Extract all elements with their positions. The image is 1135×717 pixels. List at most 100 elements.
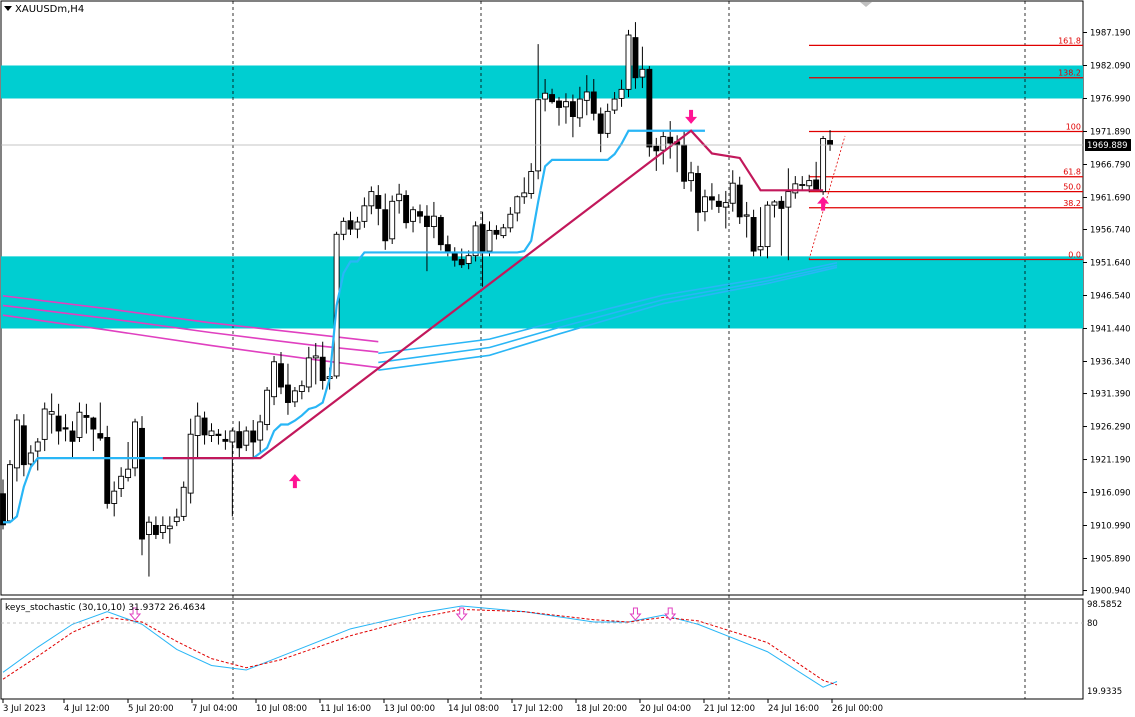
candle-body — [243, 430, 250, 446]
candle-body — [479, 224, 486, 252]
candle-body — [597, 113, 604, 134]
candle-body — [660, 136, 667, 151]
y-tick-label: 1961.690 — [1090, 193, 1131, 203]
candle-body — [715, 200, 722, 207]
fib-level-label: 50.0 — [1063, 183, 1081, 192]
candle-body — [639, 68, 646, 78]
candle-body — [257, 421, 264, 441]
fib-level-label: 100 — [1066, 122, 1081, 131]
candle-body — [278, 363, 284, 388]
supply-demand-zone — [1, 256, 1083, 329]
x-tick-label: 3 Jul 2023 — [3, 704, 46, 714]
y-tick-label: 1905.890 — [1090, 555, 1131, 565]
candle-body — [389, 200, 396, 240]
candle-body — [430, 215, 437, 227]
candle-body — [180, 486, 187, 517]
candle-body — [653, 145, 660, 152]
candle-body — [6, 464, 13, 522]
price-chart[interactable]: 161.8 138.2 100 61.8 50.0 38.2 0.0 1987.190 198… — [0, 0, 1135, 717]
candle-body — [632, 37, 639, 79]
candle-body — [583, 91, 590, 101]
candle-body — [472, 225, 479, 257]
candle-body — [208, 430, 215, 436]
candle-body — [813, 179, 820, 191]
candle-body — [264, 389, 271, 425]
candle-body — [271, 361, 277, 398]
candle-body — [361, 205, 368, 222]
y-tick-label: 1910.990 — [1090, 522, 1131, 532]
candle-body — [604, 110, 611, 134]
candle-body — [750, 217, 757, 252]
candle-body — [229, 430, 236, 443]
y-tick-label: 1956.740 — [1090, 226, 1131, 236]
y-tick-label: 1931.390 — [1090, 390, 1131, 400]
candle-body — [291, 390, 298, 403]
candle-body — [76, 411, 83, 438]
candle-body — [340, 220, 347, 235]
candle-body — [771, 201, 778, 206]
candle-body — [667, 136, 674, 144]
y-tick-label: 1900.940 — [1090, 587, 1131, 597]
candle-body — [625, 34, 632, 90]
candle-body — [111, 490, 118, 504]
candle-body — [576, 98, 583, 119]
candle-body — [215, 433, 222, 436]
candle-body — [368, 191, 375, 207]
candle-body — [681, 144, 688, 182]
candle-body — [69, 430, 76, 442]
candle-body — [41, 408, 48, 440]
candle-body — [590, 91, 597, 114]
candle-body — [535, 99, 542, 172]
candle-body — [688, 172, 694, 182]
y-tick-label: 1921.190 — [1090, 456, 1131, 466]
indicator-y-mid: 80 — [1087, 619, 1098, 629]
y-tick-label: 1982.090 — [1090, 61, 1131, 71]
candle-body — [611, 98, 618, 111]
candle-body — [708, 196, 715, 201]
y-tick-label: 1987.190 — [1090, 29, 1131, 39]
candle-body — [375, 195, 382, 209]
candle-body — [354, 221, 361, 230]
y-tick-label: 1941.440 — [1090, 325, 1131, 335]
candle-body — [382, 209, 389, 242]
candle-body — [285, 384, 291, 403]
fib-level-label: 61.8 — [1063, 168, 1081, 177]
candle-body — [90, 417, 97, 430]
candle-body — [521, 192, 528, 198]
candle-body — [451, 252, 458, 261]
candle-body — [424, 215, 430, 227]
candle-body — [778, 200, 785, 209]
candle-body — [201, 417, 208, 436]
x-tick-label: 7 Jul 04:00 — [192, 704, 238, 714]
y-tick-label: 1916.090 — [1090, 489, 1131, 499]
x-tick-label: 21 Jul 12:00 — [704, 704, 755, 714]
candle-body — [83, 415, 90, 418]
y-tick-label: 1966.790 — [1090, 160, 1131, 170]
mt4-chart-window: 161.8 138.2 100 61.8 50.0 38.2 0.0 1987.190 198… — [0, 0, 1135, 717]
candle-body — [48, 411, 55, 415]
x-tick-label: 17 Jul 12:00 — [512, 704, 563, 714]
x-tick-label: 11 Jul 16:00 — [320, 704, 371, 714]
candle-body — [646, 68, 653, 148]
candle-body — [410, 209, 416, 222]
candle-body — [403, 195, 410, 224]
candle-body — [55, 415, 62, 432]
x-tick-label: 14 Jul 08:00 — [448, 704, 499, 714]
candle-body — [507, 213, 514, 229]
fib-level-label: 38.2 — [1063, 199, 1081, 208]
candle-body — [785, 191, 792, 208]
candle-body — [104, 437, 111, 504]
x-tick-label: 26 Jul 00:00 — [832, 704, 883, 714]
candle-body — [764, 204, 771, 248]
candle-body — [166, 525, 173, 530]
candle-body — [34, 441, 41, 452]
candle-body — [159, 524, 166, 534]
candle-body — [827, 140, 833, 145]
candle-body — [486, 229, 493, 252]
candle-body — [702, 196, 708, 213]
candle-body — [736, 184, 743, 218]
candle-body — [514, 196, 521, 214]
candle-body — [312, 355, 319, 359]
symbol-title: XAUUSDm,H4 — [15, 4, 84, 15]
candle-body — [347, 220, 354, 230]
